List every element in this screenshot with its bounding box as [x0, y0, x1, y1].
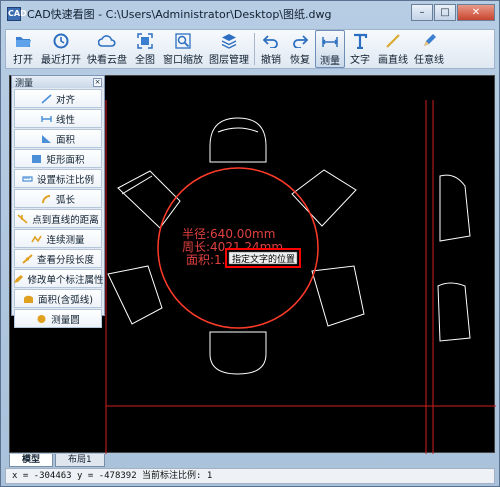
- app-window: CAD CAD快速看图 - C:\Users\Administrator\Des…: [0, 0, 500, 487]
- layout-tabs: 模型 布局1: [9, 453, 495, 467]
- circle-measure-icon: [36, 314, 47, 324]
- segment-icon: [22, 253, 33, 264]
- app-icon: CAD: [7, 7, 27, 21]
- arc-area-icon: [23, 294, 34, 304]
- close-button[interactable]: ✕: [457, 4, 495, 21]
- toolbar-label: 图层管理: [209, 55, 249, 66]
- measure-button[interactable]: 测量: [315, 30, 345, 68]
- measure-segment-item[interactable]: 查看分段长度: [14, 249, 102, 268]
- maximize-button[interactable]: □: [434, 4, 456, 21]
- measure-continuous-item[interactable]: 连续测量: [14, 229, 102, 248]
- main-toolbar: 打开 最近打开 快看云盘 全图 窗口缩放 图层管理 撤销 恢复 测量 文字 画直…: [5, 29, 495, 69]
- fit-all-button[interactable]: 全图: [130, 30, 160, 68]
- toolbar-label: 全图: [135, 55, 155, 66]
- continuous-icon: [31, 234, 43, 244]
- toolbar-label: 快看云盘: [87, 55, 127, 66]
- layer-manager-button[interactable]: 图层管理: [206, 30, 252, 68]
- undo-icon: [262, 33, 280, 49]
- text-icon: [351, 33, 369, 49]
- cloud-drive-button[interactable]: 快看云盘: [84, 30, 130, 68]
- measure-linear-item[interactable]: 线性: [14, 109, 102, 128]
- tab-layout1[interactable]: 布局1: [55, 454, 105, 467]
- cloud-icon: [98, 33, 116, 49]
- toolbar-label: 任意线: [414, 55, 444, 66]
- redo-button[interactable]: 恢复: [285, 30, 315, 68]
- freehand-line-button[interactable]: 任意线: [411, 30, 447, 68]
- open-button[interactable]: 打开: [8, 30, 38, 68]
- panel-close-icon[interactable]: ×: [93, 77, 102, 87]
- toolbar-label: 画直线: [378, 55, 408, 66]
- line-icon: [384, 33, 402, 49]
- pencil-icon: [420, 33, 438, 49]
- status-bar: x = -304463 y = -478392 当前标注比例: 1: [5, 468, 495, 484]
- tab-model[interactable]: 模型: [9, 454, 54, 467]
- measure-rect-area-item[interactable]: 矩形面积: [14, 149, 102, 168]
- align-measure-icon: [41, 93, 52, 104]
- toolbar-label: 测量: [320, 56, 340, 67]
- measure-scale-item[interactable]: 设置标注比例: [14, 169, 102, 188]
- layers-icon: [220, 33, 238, 49]
- title-bar[interactable]: CAD CAD快速看图 - C:\Users\Administrator\Des…: [1, 1, 499, 27]
- edit-annotation-icon: [13, 274, 24, 284]
- measure-point-line-item[interactable]: 点到直线的距离: [14, 209, 102, 228]
- toolbar-separator: [254, 33, 255, 65]
- measure-area-item[interactable]: 面积: [14, 129, 102, 148]
- toolbar-label: 撤销: [261, 55, 281, 66]
- toolbar-label: 最近打开: [41, 55, 81, 66]
- recent-open-button[interactable]: 最近打开: [38, 30, 84, 68]
- text-button[interactable]: 文字: [345, 30, 375, 68]
- measure-arc-length-item[interactable]: 弧长: [14, 189, 102, 208]
- toolbar-label: 文字: [350, 55, 370, 66]
- zoom-window-icon: [174, 33, 192, 49]
- position-tooltip: 指定文字的位置: [232, 253, 295, 265]
- arc-length-icon: [41, 194, 52, 204]
- measure-panel: 测量 × 对齐 线性 面积 矩形面积 设置标注比例 弧长 点到直线的距离 连续测…: [11, 75, 105, 328]
- recent-icon: [52, 33, 70, 49]
- toolbar-label: 打开: [13, 55, 33, 66]
- redo-icon: [291, 33, 309, 49]
- measure-icon: [321, 34, 339, 50]
- measure-edit-annotation-item[interactable]: 修改单个标注属性: [13, 269, 104, 288]
- zoom-window-button[interactable]: 窗口缩放: [160, 30, 206, 68]
- fit-all-icon: [136, 33, 154, 49]
- panel-title: 测量: [15, 78, 34, 89]
- scale-icon: [22, 174, 33, 184]
- measure-align-item[interactable]: 对齐: [14, 89, 102, 108]
- minimize-button[interactable]: –: [411, 4, 433, 21]
- measure-arc-area-item[interactable]: 面积(含弧线): [14, 289, 102, 308]
- window-title: CAD快速看图 - C:\Users\Administrator\Desktop…: [27, 8, 332, 21]
- radius-text: 半径:640.00mm: [182, 227, 275, 241]
- undo-button[interactable]: 撤销: [257, 30, 285, 68]
- toolbar-label: 窗口缩放: [163, 55, 203, 66]
- rect-area-icon: [31, 154, 42, 164]
- area-icon: [41, 134, 52, 144]
- point-line-icon: [17, 213, 28, 224]
- draw-line-button[interactable]: 画直线: [375, 30, 411, 68]
- toolbar-label: 恢复: [290, 55, 310, 66]
- linear-measure-icon: [41, 114, 52, 124]
- measure-circle-item[interactable]: 测量圆: [14, 309, 102, 328]
- folder-open-icon: [14, 33, 32, 49]
